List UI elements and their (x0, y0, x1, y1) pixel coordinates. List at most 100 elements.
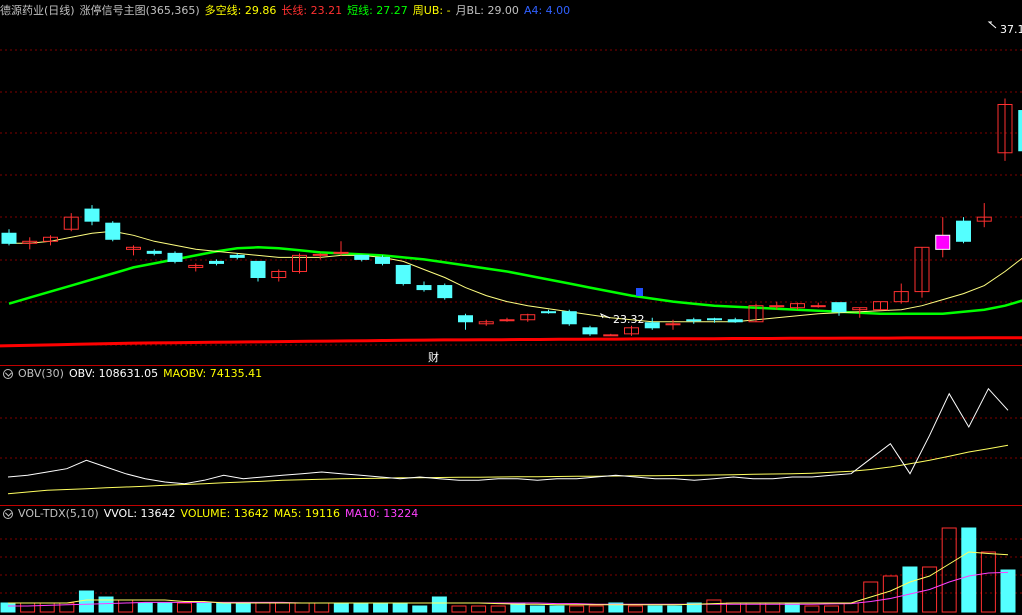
obv-value: OBV: 108631.05 (68, 367, 159, 380)
volume-bar (882, 575, 898, 613)
obv-series (7, 387, 1009, 485)
volume-bar (0, 602, 16, 613)
ma5-value: MA5: 19116 (273, 507, 341, 520)
candle-body (437, 285, 453, 299)
candle-body (458, 315, 473, 323)
volume-bar (137, 602, 153, 613)
main-price-panel[interactable]: 37.1 23.32 财 (0, 21, 1022, 364)
volume-bar (569, 605, 585, 613)
volume-bar (627, 605, 643, 613)
candle-body (209, 260, 224, 264)
volume-bar (39, 602, 55, 613)
candle-body (831, 302, 847, 313)
financial-report-marker[interactable]: 财 (428, 350, 439, 364)
a4-signal-marker (636, 288, 643, 296)
main-value-yue-bl: 月BL: 29.00 (455, 4, 519, 17)
volume-bar (255, 602, 271, 613)
ma5-series (8, 551, 1009, 606)
maobv-value: MAOBV: 74135.41 (163, 367, 263, 380)
main-value-duokong: 多空线: 29.86 (204, 4, 277, 17)
volume-bar (392, 602, 408, 613)
indicator-name[interactable]: 涨停信号主图(365,365) (80, 3, 200, 19)
ma10-value: MA10: 13224 (345, 507, 419, 520)
candle-body (665, 323, 681, 326)
low-price-label: 23.32 (613, 313, 645, 326)
volume-bar (412, 605, 428, 613)
volume-bar (980, 551, 996, 613)
candle-body (727, 319, 743, 323)
volume-bar (529, 605, 545, 613)
volume-bar (471, 605, 487, 613)
volume-value: VOLUME: 13642 (180, 507, 269, 520)
candle-body (395, 264, 411, 285)
volume-bar (804, 605, 820, 613)
volume-bar (196, 602, 212, 613)
volume-bar (647, 605, 663, 613)
candle-body (84, 208, 100, 222)
candle-body (499, 319, 515, 322)
candle-body (810, 305, 826, 308)
volume-bar (941, 527, 957, 613)
candle-body (146, 250, 162, 254)
volume-bar (353, 602, 369, 613)
main-value-changxian: 长线: 23.21 (281, 4, 343, 17)
volume-bar (294, 602, 310, 613)
volume-panel[interactable] (0, 527, 1016, 613)
candle-body (956, 220, 971, 242)
candle-body (561, 311, 577, 325)
main-value-duanxian: 短线: 27.27 (347, 4, 408, 17)
candle-body (105, 222, 121, 240)
indicator-settings-icon[interactable] (3, 509, 13, 519)
candle-body (375, 256, 390, 264)
vol-indicator-name[interactable]: VOL-TDX(5,10) (18, 506, 99, 522)
volume-bar (588, 605, 604, 613)
obv-header: OBV(30) OBV: 108631.05 MAOBV: 74135.41 (0, 366, 267, 382)
volume-bar (235, 602, 251, 613)
volume-bar (333, 602, 349, 613)
volume-bar (843, 602, 859, 613)
candle-body (167, 252, 183, 262)
volume-bar (216, 602, 232, 613)
volume-bar (176, 602, 192, 613)
candle-body (935, 234, 951, 250)
candle-body (250, 260, 266, 279)
volume-bar (78, 590, 94, 613)
obv-indicator-name[interactable]: OBV(30) (18, 366, 64, 382)
volume-bar (549, 605, 565, 613)
volume-bar (706, 599, 722, 613)
volume-bar (667, 605, 683, 613)
candle-body (229, 254, 245, 258)
volume-bar (902, 566, 918, 613)
vol-header: VOL-TDX(5,10) VVOL: 13642 VOLUME: 13642 … (0, 506, 423, 522)
candle-body (707, 318, 722, 321)
stock-title: 德源药业(日线) (0, 4, 75, 17)
candle-body (354, 254, 370, 260)
volume-bar (824, 605, 840, 613)
candle-body (1, 232, 17, 244)
high-price-label: 37.1 (1000, 23, 1022, 36)
volume-bar (157, 602, 173, 613)
volume-bar (314, 602, 330, 613)
vvol-value: VVOL: 13642 (103, 507, 176, 520)
candle-body (686, 319, 702, 322)
main-value-zhou-ub: 周UB: - (412, 4, 451, 17)
volume-bar (275, 602, 291, 613)
maobv-series (7, 444, 1009, 495)
volume-bar (431, 596, 447, 613)
candle-body (541, 311, 556, 314)
obv-panel[interactable] (7, 387, 1009, 495)
main-header: 德源药业(日线) 涨停信号主图(365,365) 多空线: 29.86 长线: … (0, 3, 575, 19)
indicator-settings-icon[interactable] (3, 369, 13, 379)
candle-body (644, 322, 660, 329)
volume-bar (118, 599, 134, 613)
volume-bar (98, 596, 114, 613)
volume-bar (20, 602, 36, 613)
volume-bar (451, 605, 467, 613)
candle-body (582, 327, 598, 335)
candle-body (416, 285, 432, 291)
kline-chart-canvas[interactable]: 37.1 23.32 财 (0, 0, 1022, 615)
volume-bar (961, 527, 977, 613)
volume-bar (490, 605, 506, 613)
volume-bar (1000, 569, 1016, 613)
high-arrow-icon (987, 21, 997, 29)
